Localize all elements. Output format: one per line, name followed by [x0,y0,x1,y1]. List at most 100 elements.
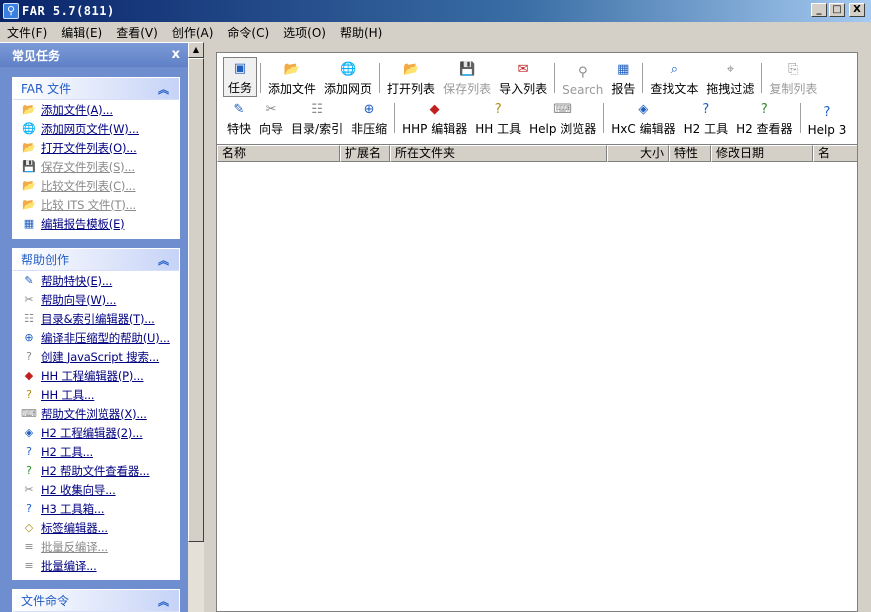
task-link[interactable]: 📂 添加文件(A)... [13,100,179,119]
task-link-label: H2 工具... [41,444,93,459]
task-link[interactable]: 🌐 添加网页文件(W)... [13,119,179,138]
javascript-icon: ? [26,350,32,363]
task-link[interactable]: ◈ H2 工程编辑器(2)... [13,423,179,442]
toolbar-button[interactable]: 🌐 添加网页 [320,57,376,97]
toolbar-button-label: 拖拽过滤 [706,82,755,96]
toolbar-button: ⎘ 复制列表 [765,57,821,97]
column-size[interactable]: 大小 [607,145,669,162]
column-folder[interactable]: 所在文件夹 [390,145,607,162]
save-icon: 💾 [22,160,36,173]
toolbar-button[interactable]: ◆ HHP 编辑器 [398,97,471,137]
file-list[interactable]: 名称 扩展名 所在文件夹 大小 特性 修改日期 名 [216,144,858,612]
task-link[interactable]: ? H2 帮助文件查看器... [13,461,179,480]
find-text-icon: ⌕ [670,61,678,77]
open-list-icon: 📂 [402,61,420,77]
task-link[interactable]: ? H2 工具... [13,442,179,461]
toolbar-button[interactable]: ? HH 工具 [471,97,525,137]
column-name[interactable]: 名称 [217,145,340,162]
hh-project-icon: ◆ [24,369,34,382]
task-link[interactable]: ☷ 目录&索引编辑器(T)... [13,309,179,328]
collapse-chevron-icon[interactable]: ︽ [158,81,169,97]
app-search-icon: ⚲ [3,3,19,19]
group-file-commands: 文件命令 ︽ [12,589,180,612]
task-link-label: H2 帮助文件查看器... [41,463,150,478]
task-link[interactable]: ✎ 帮助特快(E)... [13,271,179,290]
group-help-authoring-header[interactable]: 帮助创作 ︽ [13,249,179,271]
toolbar-button[interactable]: ? H2 工具 [680,97,732,137]
toolbar-separator [379,63,381,93]
menu-command[interactable]: 命令(C) [220,24,276,41]
toolbar-button-label: 特快 [227,122,252,136]
column-attributes[interactable]: 特性 [669,145,711,162]
task-link-label: 添加文件(A)... [41,102,113,117]
menu-edit[interactable]: 编辑(E) [54,24,109,41]
toolbar-button[interactable]: ✉ 导入列表 [495,57,551,97]
task-link-label: 打开文件列表(O)... [41,140,137,155]
task-link[interactable]: ? HH 工具... [13,385,179,404]
task-link-label: 标签编辑器... [41,520,108,535]
file-list-header: 名称 扩展名 所在文件夹 大小 特性 修改日期 名 [217,145,857,162]
task-pane-close-button[interactable]: x [172,47,180,62]
toolbar-button[interactable]: ✎ 特快 [223,97,255,137]
toolbar-row-1: ▣ 任务 📂 添加文件 🌐 添加网页 📂 打开列表 💾 保存列表 ✉ 导入列表 ⚲ Search ▦ 报告 ⌕ 查… [223,57,821,97]
toolbar-button[interactable]: ? H2 查看器 [732,97,796,137]
toolbar-button-label: 非压缩 [351,122,388,136]
task-link[interactable]: ? 创建 JavaScript 搜索... [13,347,179,366]
scroll-thumb[interactable] [188,58,204,542]
task-link[interactable]: ✂ H2 收集向导... [13,480,179,499]
toolbar-button[interactable]: 📂 打开列表 [383,57,439,97]
toolbar-button[interactable]: ⌕ 查找文本 [646,57,702,97]
toolbar-button[interactable]: ⌨ Help 浏览器 [525,97,600,137]
h2-viewer-icon: ? [26,464,32,477]
wizard-icon: ✂ [265,101,277,117]
scroll-up-arrow-icon[interactable]: ▲ [188,42,204,58]
task-link[interactable]: ? H3 工具箱... [13,499,179,518]
toolbar-button[interactable]: ◈ HxC 编辑器 [607,97,679,137]
toolbar-separator [642,63,644,93]
open-list-icon: 📂 [22,141,36,154]
toolbar-button[interactable]: ▣ 任务 [223,57,258,97]
menu-view[interactable]: 查看(V) [109,24,165,41]
task-link[interactable]: ◇ 标签编辑器... [13,518,179,537]
hxc-editor-icon: ◈ [638,101,649,117]
column-more[interactable]: 名 [813,145,857,162]
task-link[interactable]: 📂 打开文件列表(O)... [13,138,179,157]
batch-decompile-icon: ≡ [24,540,34,553]
task-link[interactable]: ⌨ 帮助文件浏览器(X)... [13,404,179,423]
task-link[interactable]: ◆ HH 工程编辑器(P)... [13,366,179,385]
menu-file[interactable]: 文件(F) [0,24,54,41]
compare-its-icon: 📂 [22,198,36,211]
menu-bar: 文件(F) 编辑(E) 查看(V) 创作(A) 命令(C) 选项(O) 帮助(H… [0,22,871,42]
toolbar-button[interactable]: ⌖ 拖拽过滤 [702,57,758,97]
task-link-label: 目录&索引编辑器(T)... [41,311,155,326]
toolbar-button-label: HxC 编辑器 [611,122,676,136]
group-far-files-header[interactable]: FAR 文件 ︽ [13,78,179,100]
task-link[interactable]: ⊕ 编译非压缩型的帮助(U)... [13,328,179,347]
menu-author[interactable]: 创作(A) [165,24,221,41]
task-pane-title: 常见任务 [12,48,61,63]
toolbar-button[interactable]: ✂ 向导 [255,97,287,137]
toolbar-button[interactable]: ? Help 3 [804,97,851,138]
toolbar-button[interactable]: 📂 添加文件 [264,57,320,97]
collapse-chevron-icon[interactable]: ︽ [158,593,169,609]
group-file-commands-header[interactable]: 文件命令 ︽ [13,590,179,612]
column-extension[interactable]: 扩展名 [340,145,390,162]
column-modified-date[interactable]: 修改日期 [711,145,813,162]
toolbar-button[interactable]: ⊕ 非压缩 [347,97,391,137]
task-link[interactable]: ✂ 帮助向导(W)... [13,290,179,309]
import-list-icon: ✉ [517,61,529,77]
minimize-button[interactable]: _ [811,3,827,17]
task-link[interactable]: ▦ 编辑报告模板(E) [13,214,179,233]
maximize-button[interactable]: □ [829,3,845,17]
menu-help[interactable]: 帮助(H) [333,24,389,41]
toolbar-button[interactable]: ▦ 报告 [607,57,639,97]
collapse-chevron-icon[interactable]: ︽ [158,252,169,268]
drag-filter-icon: ⌖ [726,61,735,77]
close-button[interactable]: X [849,3,865,17]
toolbar-button-label: 向导 [259,122,284,136]
task-pane-scrollbar[interactable]: ▲ [188,42,204,612]
toolbar-button[interactable]: ☷ 目录/索引 [287,97,347,137]
task-link[interactable]: ≡ 批量编译... [13,556,179,575]
main-area: ▣ 任务 📂 添加文件 🌐 添加网页 📂 打开列表 💾 保存列表 ✉ 导入列表 ⚲ Search ▦ 报告 ⌕ 查… [204,42,871,612]
menu-options[interactable]: 选项(O) [276,24,333,41]
